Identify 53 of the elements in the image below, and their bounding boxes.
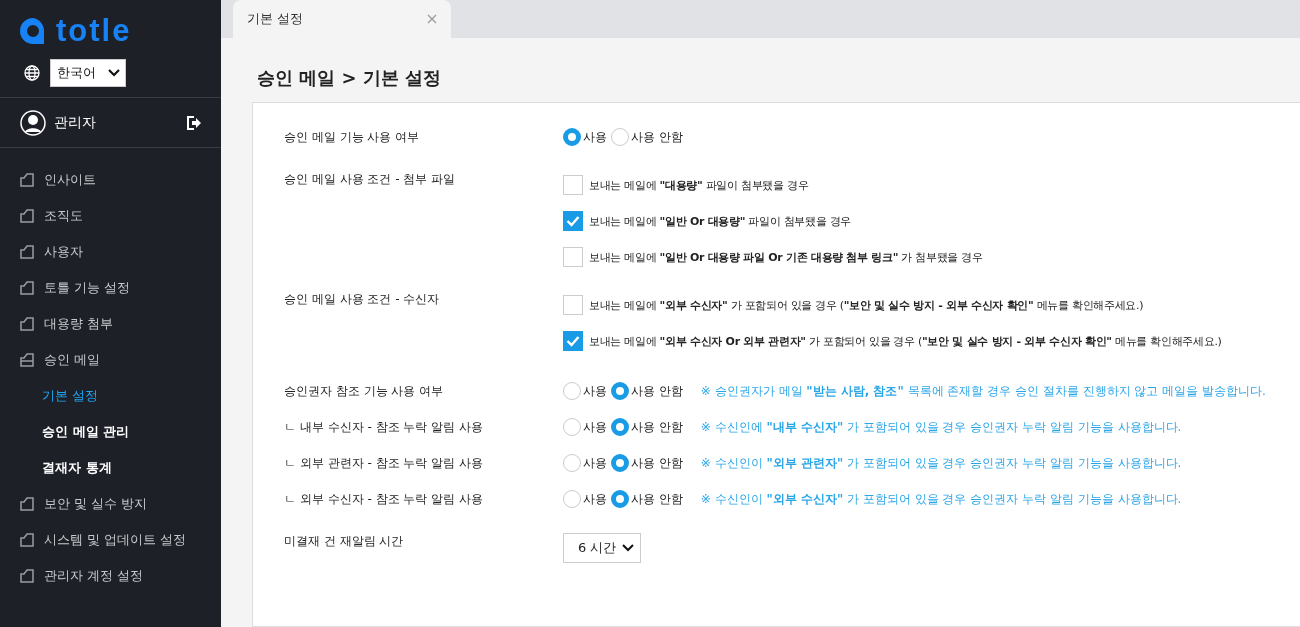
radio-option[interactable]: 사용 안함 (611, 418, 683, 436)
caret-icon (622, 544, 635, 552)
check-icon (566, 215, 580, 227)
setting-label: ㄴ 외부 수신자 - 참조 누락 알림 사용 (284, 490, 485, 508)
setting-label: 승인 메일 사용 조건 - 첨부 파일 (284, 171, 457, 188)
setting-note: ※ 수신인에 "내부 수신자" 가 포함되어 있을 경우 승인권자 누락 알림 기능을 사용합니다. (700, 418, 1182, 436)
nav-subitem[interactable]: 결재자 통계 (0, 450, 221, 486)
hours-select[interactable]: 6 시간 (563, 533, 642, 563)
radio-option[interactable]: 사용 (563, 128, 607, 146)
setting-label: 승인 메일 기능 사용 여부 (284, 128, 421, 146)
setting-label: 승인 메일 사용 조건 - 수신자 (284, 291, 441, 308)
nav-item[interactable]: 승인 메일 (0, 342, 221, 378)
language-select[interactable]: 한국어 (50, 59, 126, 87)
nav-item[interactable]: 대용량 첨부 (0, 306, 221, 342)
nav-item[interactable]: 관리자 계정 설정 (0, 558, 221, 594)
checkbox-option[interactable]: 보내는 메일에 "대용량" 파일이 첨부됐을 경우 (563, 167, 983, 203)
nav-item[interactable]: 토틀 기능 설정 (0, 270, 221, 306)
checkbox-option[interactable]: 보내는 메일에 "외부 수신자" 가 포함되어 있을 경우 ("보안 및 실수 방지 - 외부 수신자 확인" 메뉴를 확인해주세요.) (563, 287, 1222, 323)
setting-label: 미결재 건 재알림 시간 (284, 533, 405, 550)
setting-label: 승인권자 참조 기능 사용 여부 (284, 382, 445, 400)
nav-subitem[interactable]: 승인 메일 관리 (0, 414, 221, 450)
radio-option[interactable]: 사용 안함 (611, 128, 683, 146)
radio-option[interactable]: 사용 (563, 418, 607, 436)
caret-icon (108, 69, 120, 77)
logout-icon[interactable] (186, 115, 201, 130)
globe-icon (24, 65, 40, 81)
radio-option[interactable]: 사용 안함 (611, 454, 683, 472)
radio-option[interactable]: 사용 안함 (611, 382, 683, 400)
checkbox-option[interactable]: 보내는 메일에 "외부 수신자 Or 외부 관련자" 가 포함되어 있을 경우 ("보안 및 실수 방지 - 외부 수신자 확인" 메뉴를 확인해주세요.) (563, 323, 1222, 359)
close-icon[interactable] (427, 14, 437, 24)
avatar-icon (20, 109, 46, 136)
setting-note: ※ 승인권자가 메일 "받는 사람, 참조" 목록에 존재할 경우 승인 절차를 진행하지 않고 메일을 발송합니다. (700, 382, 1266, 400)
logo-text: totle (56, 13, 132, 49)
setting-label: ㄴ 내부 수신자 - 참조 누락 알림 사용 (284, 418, 485, 436)
setting-note: ※ 수신인이 "외부 관련자" 가 포함되어 있을 경우 승인권자 누락 알림 기능을 사용합니다. (700, 454, 1182, 472)
check-icon (566, 335, 580, 347)
nav-item[interactable]: 보안 및 실수 방지 (0, 486, 221, 522)
radio-option[interactable]: 사용 (563, 382, 607, 400)
radio-option[interactable]: 사용 안함 (611, 490, 683, 508)
radio-option[interactable]: 사용 (563, 454, 607, 472)
page-title: 승인 메일 > 기본 설정 (257, 66, 443, 90)
nav-subitem[interactable]: 기본 설정 (0, 378, 221, 414)
nav-item[interactable]: 인사이트 (0, 162, 221, 198)
setting-label: ㄴ 외부 관련자 - 참조 누락 알림 사용 (284, 454, 485, 472)
user-name: 관리자 (54, 113, 97, 132)
setting-note: ※ 수신인이 "외부 수신자" 가 포함되어 있을 경우 승인권자 누락 알림 기능을 사용합니다. (700, 490, 1182, 508)
checkbox-option[interactable]: 보내는 메일에 "일반 Or 대용량" 파일이 첨부됐을 경우 (563, 203, 983, 239)
checkbox-option[interactable]: 보내는 메일에 "일반 Or 대용량 파일 Or 기존 대용량 첨부 링크" 가 첨부됐을 경우 (563, 239, 983, 275)
nav-item[interactable]: 시스템 및 업데이트 설정 (0, 522, 221, 558)
nav-item[interactable]: 조직도 (0, 198, 221, 234)
radio-option[interactable]: 사용 (563, 490, 607, 508)
tab[interactable]: 기본 설정 (233, 0, 451, 38)
nav-item[interactable]: 사용자 (0, 234, 221, 270)
